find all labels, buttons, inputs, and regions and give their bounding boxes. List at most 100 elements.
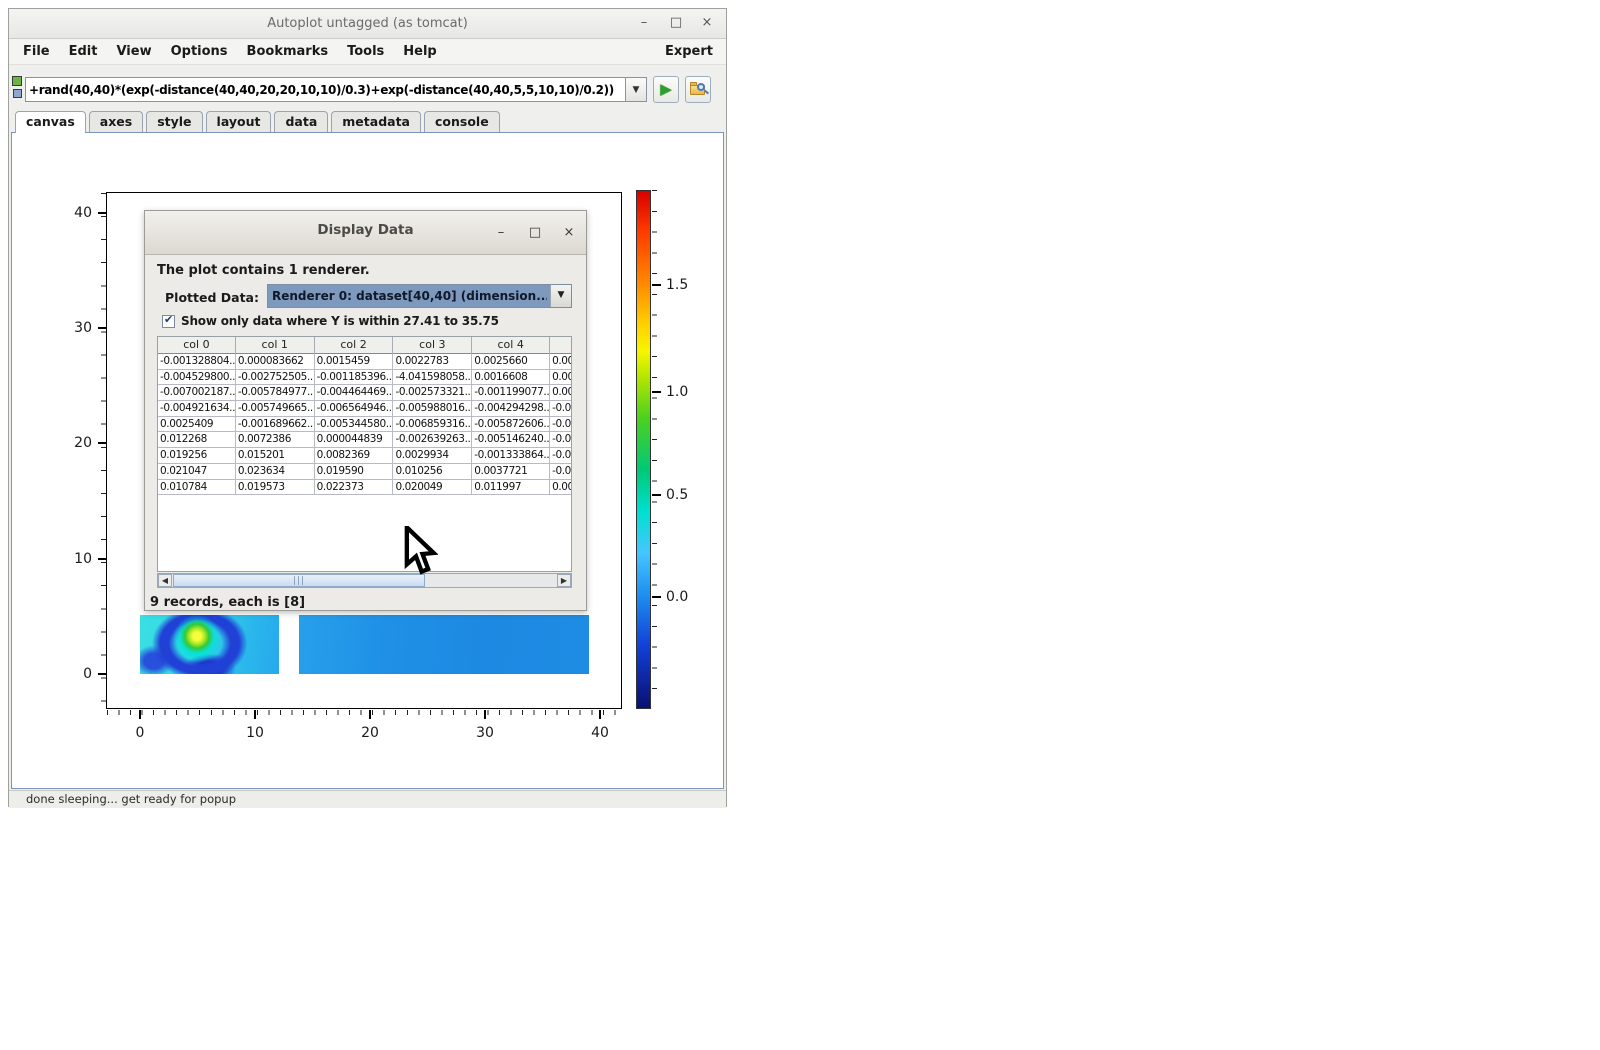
table-cell[interactable]: 0.022373 <box>315 480 394 496</box>
tab-console[interactable]: console <box>424 111 500 132</box>
table-cell[interactable]: 0.00 <box>550 370 571 386</box>
table-cell[interactable]: 0.020049 <box>393 480 472 496</box>
table-cell[interactable]: -0.007002187... <box>158 385 236 401</box>
table-cell[interactable]: -0.002639263... <box>393 432 472 448</box>
dialog-close-icon[interactable]: × <box>558 222 580 244</box>
scroll-left-icon[interactable]: ◀ <box>158 574 172 587</box>
data-table[interactable]: col 0 col 1 col 2 col 3 col 4 -0.0013288… <box>157 336 572 572</box>
table-row[interactable]: 0.012268 0.0072386 0.000044839 -0.002639… <box>158 432 571 448</box>
table-cell[interactable]: -4.041598058... <box>393 370 472 386</box>
table-cell[interactable]: -0.004529800... <box>158 370 236 386</box>
tab-canvas[interactable]: canvas <box>15 111 86 133</box>
minimize-icon[interactable]: – <box>634 13 654 33</box>
table-cell[interactable]: -0.005784977... <box>236 385 315 401</box>
table-cell[interactable]: 0.000044839 <box>315 432 394 448</box>
table-row[interactable]: -0.004921634... -0.005749665... -0.00656… <box>158 401 571 417</box>
table-cell[interactable]: -0.0 <box>550 401 571 417</box>
table-cell[interactable]: 0.019590 <box>315 464 394 480</box>
table-cell[interactable]: 0.010256 <box>393 464 472 480</box>
table-cell[interactable]: 0.019256 <box>158 448 236 464</box>
inspect-uri-button[interactable] <box>685 76 711 103</box>
column-header[interactable]: col 0 <box>158 337 236 354</box>
table-cell[interactable]: -0.006859316... <box>393 417 472 433</box>
table-cell[interactable]: -0.0 <box>550 417 571 433</box>
tab-data[interactable]: data <box>274 111 328 132</box>
table-cell[interactable]: -0.004921634... <box>158 401 236 417</box>
table-cell[interactable]: 0.0016608 <box>472 370 550 386</box>
table-cell[interactable]: -0.001333864... <box>472 448 550 464</box>
table-cell[interactable]: -0.001199077... <box>472 385 550 401</box>
scrollbar-thumb[interactable]: ||| <box>173 574 425 587</box>
column-header[interactable]: col 1 <box>236 337 315 354</box>
column-header[interactable]: col 3 <box>393 337 472 354</box>
chevron-down-icon[interactable]: ▼ <box>550 285 571 307</box>
table-cell[interactable]: 0.0025660 <box>472 354 550 370</box>
table-cell[interactable]: 0.0015459 <box>315 354 394 370</box>
table-row[interactable]: -0.007002187... -0.005784977... -0.00446… <box>158 385 571 401</box>
table-cell[interactable]: -0.005872606... <box>472 417 550 433</box>
column-header[interactable]: col 4 <box>472 337 550 354</box>
plotted-data-select[interactable]: Renderer 0: dataset[40,40] (dimension...… <box>267 284 572 308</box>
table-cell[interactable]: 0.0072386 <box>236 432 315 448</box>
table-cell[interactable]: -0.006564946... <box>315 401 394 417</box>
tab-style[interactable]: style <box>146 111 202 132</box>
menu-edit[interactable]: Edit <box>69 44 98 59</box>
table-cell[interactable]: 0.000083662 <box>236 354 315 370</box>
uri-input[interactable] <box>25 77 626 102</box>
table-cell[interactable]: -0.0 <box>550 464 571 480</box>
tab-layout[interactable]: layout <box>206 111 272 132</box>
title-bar[interactable]: Autoplot untagged (as tomcat) – □ × <box>9 9 726 39</box>
menu-file[interactable]: File <box>23 44 50 59</box>
table-cell[interactable]: 0.010784 <box>158 480 236 496</box>
table-cell[interactable]: 0.019573 <box>236 480 315 496</box>
table-cell[interactable]: -0.005146240... <box>472 432 550 448</box>
table-row[interactable]: 0.021047 0.023634 0.019590 0.010256 0.00… <box>158 464 571 480</box>
table-cell[interactable]: 0.0022783 <box>393 354 472 370</box>
table-cell[interactable]: -0.005344580... <box>315 417 394 433</box>
uri-dropdown-icon[interactable]: ▼ <box>626 77 647 102</box>
table-cell[interactable]: -0.002752505... <box>236 370 315 386</box>
table-cell[interactable]: 0.021047 <box>158 464 236 480</box>
table-cell[interactable]: 0.0029934 <box>393 448 472 464</box>
table-cell[interactable]: -0.0 <box>550 432 571 448</box>
table-row[interactable]: -0.004529800... -0.002752505... -0.00118… <box>158 370 571 386</box>
table-cell[interactable]: -0.005749665... <box>236 401 315 417</box>
table-cell[interactable]: -0.004294298... <box>472 401 550 417</box>
close-icon[interactable]: × <box>697 13 717 33</box>
menu-tools[interactable]: Tools <box>347 44 384 59</box>
tab-axes[interactable]: axes <box>89 111 143 132</box>
table-cell[interactable]: 0.023634 <box>236 464 315 480</box>
table-cell[interactable]: -0.004464469... <box>315 385 394 401</box>
table-cell[interactable]: 0.0025409 <box>158 417 236 433</box>
table-cell[interactable]: 0.011997 <box>472 480 550 496</box>
filter-checkbox[interactable]: ✔ <box>162 315 175 328</box>
table-cell[interactable]: 0.012268 <box>158 432 236 448</box>
dialog-maximize-icon[interactable]: □ <box>524 222 546 244</box>
table-cell[interactable]: -0.001328804... <box>158 354 236 370</box>
maximize-icon[interactable]: □ <box>666 13 686 33</box>
table-cell[interactable]: 0.015201 <box>236 448 315 464</box>
table-cell[interactable]: 0.00 <box>550 480 571 496</box>
table-row[interactable]: 0.019256 0.015201 0.0082369 0.0029934 -0… <box>158 448 571 464</box>
table-row[interactable]: 0.0025409 -0.001689662... -0.005344580..… <box>158 417 571 433</box>
menu-view[interactable]: View <box>116 44 151 59</box>
dialog-minimize-icon[interactable]: – <box>490 222 512 244</box>
dialog-title-bar[interactable]: Display Data – □ × <box>145 211 586 255</box>
table-cell[interactable]: 0.0082369 <box>315 448 394 464</box>
menu-help[interactable]: Help <box>403 44 436 59</box>
scroll-right-icon[interactable]: ▶ <box>557 574 571 587</box>
tab-metadata[interactable]: metadata <box>331 111 421 132</box>
table-cell[interactable]: -0.001689662... <box>236 417 315 433</box>
go-button[interactable]: ▶ <box>653 76 679 103</box>
menu-expert[interactable]: Expert <box>665 39 713 64</box>
table-cell[interactable]: -0.005988016... <box>393 401 472 417</box>
table-cell[interactable]: 0.00 <box>550 354 571 370</box>
column-header[interactable] <box>550 337 571 354</box>
table-cell[interactable]: 0.00 <box>550 385 571 401</box>
table-cell[interactable]: -0.002573321... <box>393 385 472 401</box>
horizontal-scrollbar[interactable]: ◀ ||| ▶ <box>157 573 572 588</box>
table-cell[interactable]: -0.0 <box>550 448 571 464</box>
table-cell[interactable]: 0.0037721 <box>472 464 550 480</box>
table-row[interactable]: -0.001328804... 0.000083662 0.0015459 0.… <box>158 354 571 370</box>
table-cell[interactable]: -0.001185396... <box>315 370 394 386</box>
